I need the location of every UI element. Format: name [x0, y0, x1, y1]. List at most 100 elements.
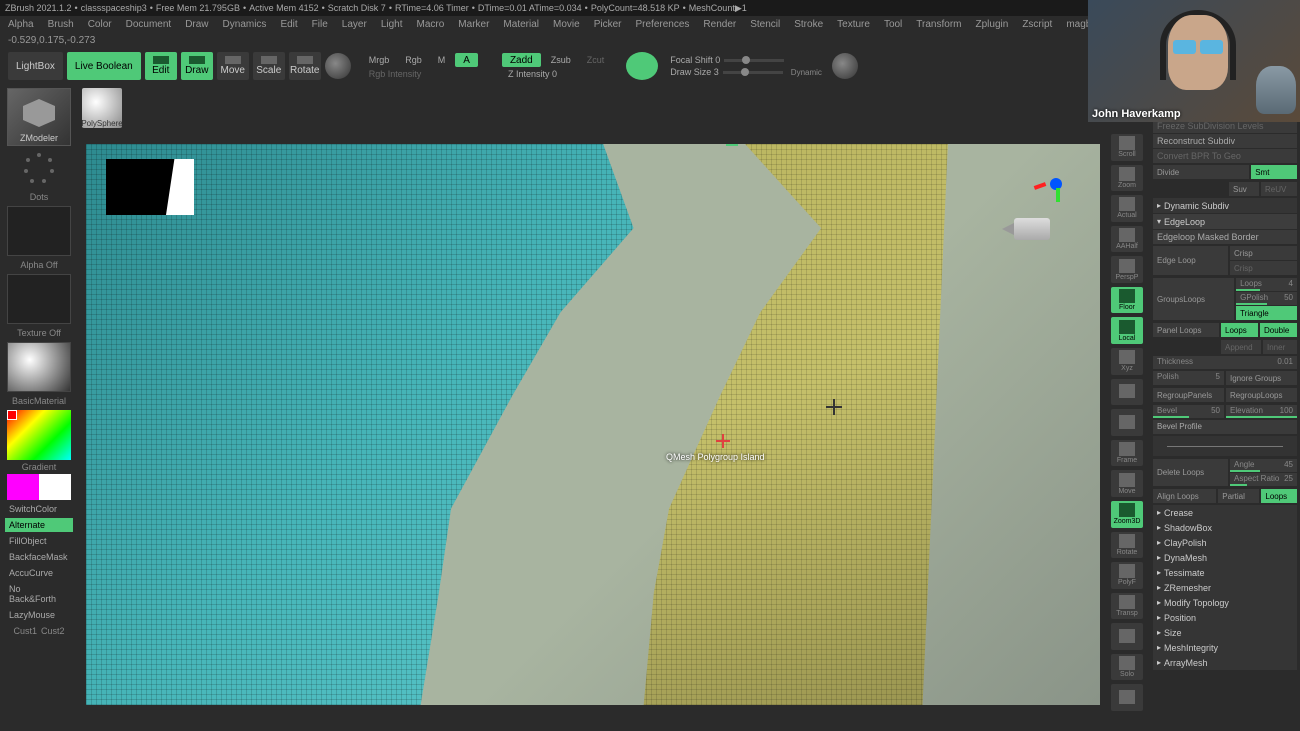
edgeloop-section[interactable]: EdgeLoop [1153, 214, 1297, 229]
reference-thumbnail[interactable] [106, 159, 194, 215]
bevel-profile-curve[interactable] [1153, 436, 1297, 456]
edgeloop-masked-button[interactable]: Edgeloop Masked Border [1153, 230, 1297, 244]
ignoregroups-button[interactable]: Ignore Groups [1226, 371, 1297, 385]
bevel-slider[interactable]: Bevel50 [1153, 405, 1224, 418]
section-size[interactable]: Size [1153, 625, 1297, 640]
liveboolean-button[interactable]: Live Boolean [67, 52, 141, 80]
dock-scroll[interactable]: Scroll [1111, 134, 1143, 161]
menu-dynamics[interactable]: Dynamics [223, 19, 267, 30]
switchcolor-button[interactable]: SwitchColor [5, 502, 73, 516]
inner-button[interactable]: Inner [1263, 340, 1297, 354]
loops-slider[interactable]: Loops4 [1236, 278, 1297, 291]
stroke-dots[interactable] [7, 148, 71, 188]
move-button[interactable]: Move [217, 52, 249, 80]
divide-button[interactable]: Divide [1153, 165, 1249, 179]
gradient-label[interactable]: Gradient [22, 462, 57, 472]
crisp2-button[interactable]: Crisp [1230, 261, 1297, 275]
dock-rotate[interactable]: Rotate [1111, 532, 1143, 559]
backfacemask-button[interactable]: BackfaceMask [5, 550, 73, 564]
m-button[interactable]: M [432, 55, 452, 65]
menu-picker[interactable]: Picker [594, 19, 622, 30]
zmodeler-tool[interactable]: ZModeler [7, 88, 71, 146]
dock-btn9[interactable] [1111, 409, 1143, 436]
draw-button[interactable]: Draw [181, 52, 213, 80]
rgb-button[interactable]: Rgb [399, 55, 428, 65]
elevation-slider[interactable]: Elevation100 [1226, 405, 1297, 418]
smt-button[interactable]: Smt [1251, 165, 1297, 179]
aspect-slider[interactable]: Aspect Ratio25 [1230, 473, 1297, 486]
loops3-button[interactable]: Loops [1261, 489, 1297, 503]
regrouppanels-button[interactable]: RegroupPanels [1153, 388, 1224, 402]
section-meshintegrity[interactable]: MeshIntegrity [1153, 640, 1297, 655]
menu-macro[interactable]: Macro [417, 19, 445, 30]
menu-material[interactable]: Material [503, 19, 539, 30]
section-tessimate[interactable]: Tessimate [1153, 565, 1297, 580]
menu-layer[interactable]: Layer [342, 19, 367, 30]
groupsloops-button[interactable]: GroupsLoops [1153, 278, 1234, 320]
rotate-button[interactable]: Rotate [289, 52, 321, 80]
menu-draw[interactable]: Draw [185, 19, 208, 30]
dock-btn18[interactable] [1111, 684, 1143, 711]
dock-zoom[interactable]: Zoom [1111, 165, 1143, 192]
edgeloop-button[interactable]: Edge Loop [1153, 246, 1228, 275]
menu-light[interactable]: Light [381, 19, 403, 30]
lazymouse-button[interactable]: LazyMouse [5, 608, 73, 622]
draw-size[interactable]: Draw Size 3 [670, 67, 719, 77]
menu-marker[interactable]: Marker [458, 19, 489, 30]
zadd-button[interactable]: Zadd [502, 53, 541, 67]
zsub-button[interactable]: Zsub [545, 55, 577, 65]
dock-polyf[interactable]: PolyF [1111, 562, 1143, 589]
section-crease[interactable]: Crease [1153, 505, 1297, 520]
menu-tool[interactable]: Tool [884, 19, 902, 30]
texture-slot[interactable] [7, 274, 71, 324]
accucurve-button[interactable]: AccuCurve [5, 566, 73, 580]
dock-floor[interactable]: Floor [1111, 287, 1143, 314]
menu-texture[interactable]: Texture [837, 19, 870, 30]
cust2-button[interactable]: Cust2 [41, 626, 65, 636]
lightbox-button[interactable]: LightBox [8, 52, 63, 80]
color-picker[interactable] [7, 410, 71, 460]
camera-icon[interactable] [1002, 214, 1050, 246]
panelloops-button[interactable]: Panel Loops [1153, 323, 1219, 337]
crisp-button[interactable]: Crisp [1230, 246, 1297, 260]
dynamic-toggle[interactable]: Dynamic [791, 68, 822, 77]
color-swatch[interactable] [7, 474, 71, 500]
viewport[interactable]: QMesh Polygroup Island [86, 144, 1100, 705]
menu-alpha[interactable]: Alpha [8, 19, 34, 30]
gpolish-slider[interactable]: GPolish50 [1236, 292, 1297, 305]
zcut-button[interactable]: Zcut [581, 55, 611, 65]
dock-perspp[interactable]: PerspP [1111, 256, 1143, 283]
edit-button[interactable]: Edit [145, 52, 177, 80]
loops-button[interactable]: Loops [1221, 323, 1258, 337]
dock-solo[interactable]: Solo [1111, 654, 1143, 681]
section-shadowbox[interactable]: ShadowBox [1153, 520, 1297, 535]
polish-slider[interactable]: Polish5 [1153, 371, 1224, 385]
menu-transform[interactable]: Transform [916, 19, 961, 30]
alternate-button[interactable]: Alternate [5, 518, 73, 532]
section-dynamesh[interactable]: DynaMesh [1153, 550, 1297, 565]
mrgb-button[interactable]: Mrgb [363, 55, 396, 65]
dock-btn16[interactable] [1111, 623, 1143, 650]
section-arraymesh[interactable]: ArrayMesh [1153, 655, 1297, 670]
dock-btn8[interactable] [1111, 379, 1143, 406]
partial-button[interactable]: Partial [1218, 489, 1259, 503]
append-button[interactable]: Append [1221, 340, 1261, 354]
reuv-button[interactable]: ReUV [1261, 182, 1297, 196]
thickness-slider[interactable]: Thickness0.01 [1153, 356, 1297, 369]
menu-color[interactable]: Color [88, 19, 112, 30]
material-slot[interactable] [7, 342, 71, 392]
section-claypolish[interactable]: ClayPolish [1153, 535, 1297, 550]
z-intensity[interactable]: Z Intensity 0 [502, 69, 610, 79]
triangle-button[interactable]: Triangle [1236, 306, 1297, 320]
menu-render[interactable]: Render [703, 19, 736, 30]
dock-zoom3d[interactable]: Zoom3D [1111, 501, 1143, 528]
timeline-marker[interactable] [726, 144, 738, 146]
axis-gizmo[interactable] [1030, 174, 1070, 214]
menu-document[interactable]: Document [126, 19, 172, 30]
dock-move[interactable]: Move [1111, 470, 1143, 497]
scale-button[interactable]: Scale [253, 52, 285, 80]
dock-aahalf[interactable]: AAHalf [1111, 226, 1143, 253]
angle-slider[interactable]: Angle45 [1230, 459, 1297, 472]
section-position[interactable]: Position [1153, 610, 1297, 625]
menu-movie[interactable]: Movie [553, 19, 580, 30]
